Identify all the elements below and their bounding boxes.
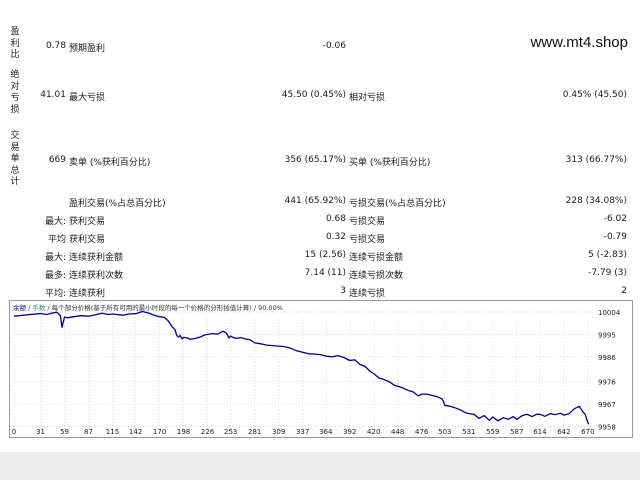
largest-loss-label: 亏损交易	[349, 217, 386, 227]
expected-payoff-label: 预期盈利	[69, 44, 106, 54]
avg-consecutive-losses-value: 2	[621, 286, 627, 296]
profit-ratio-value: 0.78	[45, 41, 66, 51]
y-tick-label: 9995	[598, 331, 616, 339]
x-tick-label: 614	[533, 428, 547, 436]
x-tick-label: 198	[177, 428, 190, 436]
average-profit-value: 0.32	[325, 232, 346, 242]
balance-chart-frame: 余额 / 手数 / 每个部分价格(基于所有可用的最小时段的每一个价格的分形插值计…	[9, 300, 633, 438]
largest-profit-value: 0.68	[325, 214, 346, 224]
x-tick-label: 503	[438, 428, 451, 436]
label-absolute-drawdown: 绝对亏损	[10, 70, 20, 115]
expected-payoff-value: -0.06	[322, 41, 346, 51]
largest-label: 最大:	[44, 217, 66, 227]
legend-part: 90.00%	[258, 304, 283, 312]
y-tick-label: 10004	[598, 309, 621, 317]
legend-part: 余额	[13, 303, 28, 312]
consecutive-losses-count-value: -7.79 (3)	[588, 268, 627, 278]
max-drawdown-value: 45.50 (0.45%)	[281, 90, 346, 100]
x-tick-label: 448	[391, 428, 404, 436]
balance-line	[13, 310, 590, 425]
chart-series-layer	[13, 310, 590, 425]
total-trades-value: 669	[48, 155, 66, 165]
x-tick-label: 281	[248, 428, 261, 436]
x-tick-label: 531	[462, 428, 475, 436]
x-tick-label: 337	[296, 428, 309, 436]
x-tick-label: 226	[201, 428, 215, 436]
y-tick-label: 9976	[598, 379, 616, 387]
absolute-drawdown-value: 41.01	[40, 90, 66, 100]
chart-x-ticks: 0 31 59 87 115 142 170 198 226 253 281 309 337 364 392…	[12, 428, 595, 436]
max-drawdown-label: 最大亏损	[69, 93, 106, 103]
profit-trades-value: 441 (65.92%)	[284, 196, 346, 206]
y-tick-label: 9986	[598, 354, 616, 362]
max-consecutive-wins-amount-label: 连续获利金额	[69, 253, 124, 263]
loss-trades-value: 228 (34.08%)	[565, 196, 627, 206]
x-tick-label: 31	[36, 428, 45, 436]
avg-consecutive-wins-label: 连续获利	[69, 289, 106, 299]
x-tick-label: 115	[106, 428, 119, 436]
max-consecutive-losses-amount-value: 5 (-2.83)	[588, 250, 627, 260]
consecutive-wins-count-label: 连续获利次数	[69, 271, 124, 281]
avg-label: 平均:	[44, 289, 66, 299]
relative-drawdown-value: 0.45% (45.50)	[562, 90, 627, 100]
relative-drawdown-label: 相对亏损	[349, 93, 386, 103]
average-profit-label: 获利交易	[69, 235, 106, 245]
max-consecutive-losses-amount-label: 连续亏损金额	[349, 253, 404, 263]
average-loss-value: -0.79	[603, 232, 627, 242]
x-tick-label: 59	[60, 428, 69, 436]
balance-chart: 余额 / 手数 / 每个部分价格(基于所有可用的最小时段的每一个价格的分形插值计…	[12, 303, 621, 436]
y-tick-label: 9967	[598, 401, 616, 409]
average-loss-label: 亏损交易	[349, 235, 386, 245]
average-label: 平均	[47, 235, 66, 245]
long-positions-label: 买单 (%获利百分比)	[349, 158, 431, 168]
consecutive-wins-count-value: 7.14 (11)	[304, 268, 346, 278]
consecutive-losses-count-label: 连续亏损次数	[349, 271, 404, 281]
x-tick-label: 309	[272, 428, 285, 436]
legend-text: 余额 / 手数 / 每个部分价格(基于所有可用的最小时段的每一个价格的分形插值计…	[13, 303, 283, 312]
profit-trades-label: 盈利交易(%占总百分比)	[69, 199, 166, 209]
long-positions-value: 313 (66.77%)	[565, 155, 627, 165]
legend-part: 手数	[32, 303, 47, 312]
largest-loss-value: -6.02	[603, 214, 627, 224]
chart-grid	[13, 311, 593, 429]
x-tick-label: 170	[153, 428, 166, 436]
label-trade-summary: 交易单总计	[10, 131, 20, 187]
avg-consecutive-losses-label: 连续亏损	[349, 289, 386, 299]
maximum-label: 最大:	[44, 253, 66, 263]
x-tick-label: 392	[343, 428, 356, 436]
largest-profit-label: 获利交易	[69, 217, 106, 227]
x-tick-label: 364	[319, 428, 333, 436]
label-profit-ratio: 盈利比	[10, 27, 20, 60]
x-tick-label: 253	[224, 428, 237, 436]
x-tick-label: 142	[129, 428, 142, 436]
x-tick-label: 0	[12, 428, 16, 436]
legend-part: 每个部分价格(基于所有可用的最小时段的每一个价格的分形插值计算)	[52, 303, 254, 312]
y-tick-label: 9958	[598, 424, 616, 432]
chart-y-ticks: 10004 9995 9986 9976 9967 9958	[598, 309, 621, 432]
x-tick-label: 642	[557, 428, 570, 436]
x-tick-label: 87	[84, 428, 93, 436]
x-tick-label: 670	[581, 428, 594, 436]
x-tick-label: 559	[486, 428, 499, 436]
site-watermark: www.mt4.shop	[530, 34, 628, 51]
loss-trades-label: 亏损交易(%占总百分比)	[349, 199, 446, 209]
most-label: 最多:	[44, 271, 66, 281]
bottom-panel	[0, 452, 640, 480]
short-positions-label: 卖单 (%获利百分比)	[69, 158, 151, 168]
max-consecutive-wins-amount-value: 15 (2.56)	[304, 250, 346, 260]
short-positions-value: 356 (65.17%)	[284, 155, 346, 165]
x-tick-label: 476	[415, 428, 429, 436]
x-tick-label: 420	[367, 428, 380, 436]
avg-consecutive-wins-value: 3	[340, 286, 346, 296]
x-tick-label: 587	[510, 428, 523, 436]
chart-legend: 余额 / 手数 / 每个部分价格(基于所有可用的最小时段的每一个价格的分形插值计…	[13, 303, 283, 312]
